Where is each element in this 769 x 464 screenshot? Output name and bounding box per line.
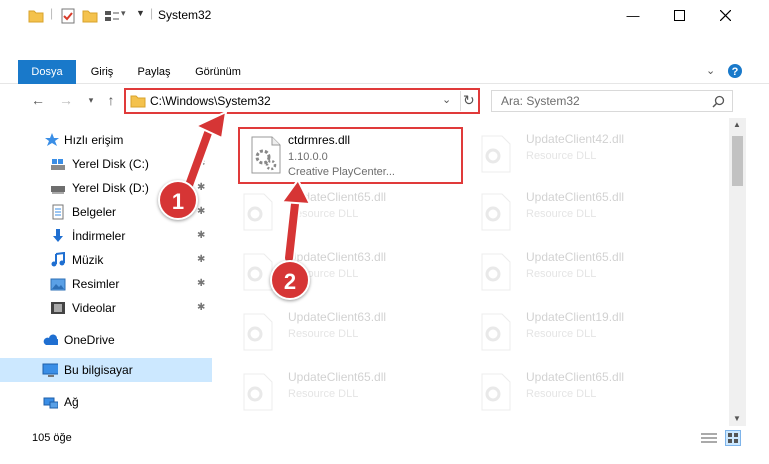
file-item[interactable]: UpdateClient42.dll Resource DLL (476, 126, 701, 178)
properties-icon[interactable] (60, 8, 76, 24)
minimize-icon: — (626, 7, 640, 23)
music-icon (51, 252, 65, 267)
arrow-up-icon: ↑ (107, 92, 115, 108)
vertical-scrollbar[interactable]: ▲ ▼ (729, 118, 746, 426)
maximize-icon (673, 9, 685, 21)
maximize-button[interactable] (656, 0, 702, 30)
navigation-pane: Hızlı erişim Yerel Disk (C:) ✱ Yerel Dis… (0, 118, 212, 426)
close-icon (719, 9, 731, 21)
qa-dropdown-icon[interactable]: ▾ (121, 8, 126, 19)
tab-home[interactable]: Giriş (82, 60, 122, 84)
pin-icon: ✱ (197, 302, 206, 313)
cloud-icon (43, 334, 58, 345)
sidebar-item-disk-c[interactable]: Yerel Disk (C:) ✱ (0, 152, 212, 176)
forward-button[interactable]: → (58, 92, 74, 108)
item-count: 105 öğe (32, 432, 72, 444)
documents-icon (52, 204, 64, 220)
pin-icon: ✱ (197, 206, 206, 217)
qa-separator: | (50, 6, 54, 20)
file-item[interactable]: UpdateClient65.dll Resource DLL (238, 184, 463, 236)
new-folder-icon[interactable] (82, 8, 98, 24)
window-title: System32 (158, 8, 212, 22)
address-bar[interactable]: C:\Windows\System32 ⌄ ↻ (124, 88, 480, 114)
sidebar-item-music[interactable]: Müzik ✱ (0, 248, 212, 272)
dll-file-icon (243, 193, 273, 231)
sidebar-item-pictures[interactable]: Resimler ✱ (0, 272, 212, 296)
file-item[interactable]: UpdateClient65.dll Resource DLL (476, 364, 701, 416)
minimize-button[interactable]: — (610, 0, 656, 30)
scrollbar-thumb[interactable] (732, 136, 743, 186)
pin-icon: ✱ (197, 254, 206, 265)
scroll-up-icon[interactable]: ▲ (733, 120, 741, 129)
dll-file-icon (481, 135, 511, 173)
up-button[interactable]: ↑ (103, 92, 119, 108)
sidebar-item-quick-access[interactable]: Hızlı erişim (0, 128, 212, 152)
file-item[interactable]: UpdateClient63.dll Resource DLL (238, 304, 463, 356)
network-icon (43, 397, 58, 409)
refresh-icon[interactable]: ↻ (463, 92, 475, 109)
arrow-left-icon: ← (31, 92, 45, 108)
folder-icon (28, 10, 44, 23)
chevron-down-icon: ▾ (88, 95, 94, 105)
file-item[interactable]: UpdateClient65.dll Resource DLL (238, 364, 463, 416)
sidebar-item-this-pc[interactable]: Bu bilgisayar (0, 358, 212, 382)
dll-file-icon (481, 313, 511, 351)
file-item[interactable]: UpdateClient65.dll Resource DLL (476, 244, 701, 296)
back-button[interactable]: ← (30, 92, 46, 108)
pin-icon: ✱ (197, 278, 206, 289)
videos-icon (51, 302, 65, 314)
title-bar: | ▾ ▼ | System32 — (0, 0, 769, 30)
search-icon[interactable] (712, 95, 725, 108)
expand-ribbon-icon[interactable]: ⌄ (706, 64, 715, 77)
file-version: 1.10.0.0 (288, 151, 328, 163)
dll-file-icon (251, 136, 281, 174)
dll-file-icon (481, 253, 511, 291)
recent-dropdown[interactable]: ▾ (83, 92, 99, 108)
status-bar (0, 426, 769, 448)
address-divider (460, 91, 461, 111)
step-2-badge: 2 (270, 260, 310, 300)
file-name: ctdrmres.dll (288, 133, 351, 147)
computer-icon (42, 363, 58, 377)
help-icon[interactable]: ? (727, 63, 743, 79)
file-item[interactable]: UpdateClient65.dll Resource DLL (476, 184, 701, 236)
star-icon (45, 133, 59, 146)
folder-icon (130, 95, 146, 108)
drive-icon (51, 159, 65, 170)
pin-icon: ✱ (197, 158, 206, 169)
dll-file-icon (481, 193, 511, 231)
drive-icon (51, 186, 65, 194)
file-item[interactable]: UpdateClient19.dll Resource DLL (476, 304, 701, 356)
file-item-ctdrmres[interactable]: ctdrmres.dll 1.10.0.0 Creative PlayCente… (238, 127, 463, 184)
sidebar-item-network[interactable]: Ağ (0, 390, 212, 414)
qa-menu-icon[interactable]: ▼ (136, 8, 145, 18)
customize-icon[interactable] (104, 8, 120, 24)
dll-file-icon (243, 373, 273, 411)
close-button[interactable] (702, 0, 748, 30)
pictures-icon (50, 278, 66, 291)
step-1-badge: 1 (158, 180, 198, 220)
sidebar-item-downloads[interactable]: İndirmeler ✱ (0, 224, 212, 248)
search-box[interactable]: Ara: System32 (491, 90, 733, 112)
qa-separator: | (150, 6, 154, 20)
tab-share[interactable]: Paylaş (131, 60, 177, 84)
tab-file[interactable]: Dosya (18, 60, 76, 84)
sidebar-item-videos[interactable]: Videolar ✱ (0, 296, 212, 320)
details-view-icon[interactable] (701, 432, 717, 444)
pin-icon: ✱ (197, 182, 206, 193)
dll-file-icon (481, 373, 511, 411)
scroll-down-icon[interactable]: ▼ (733, 414, 741, 423)
svg-text:?: ? (732, 66, 739, 78)
arrow-right-icon: → (59, 92, 73, 108)
tab-view[interactable]: Görünüm (186, 60, 250, 84)
address-dropdown-icon[interactable]: ⌄ (442, 93, 451, 106)
search-input[interactable]: Ara: System32 (501, 94, 580, 108)
address-path[interactable]: C:\Windows\System32 (150, 94, 271, 108)
file-company: Creative PlayCenter... (288, 166, 395, 178)
dll-file-icon (243, 313, 273, 351)
sidebar-item-onedrive[interactable]: OneDrive (0, 328, 212, 352)
pin-icon: ✱ (197, 230, 206, 241)
download-icon (53, 229, 63, 242)
large-icons-view-icon[interactable] (725, 430, 741, 446)
